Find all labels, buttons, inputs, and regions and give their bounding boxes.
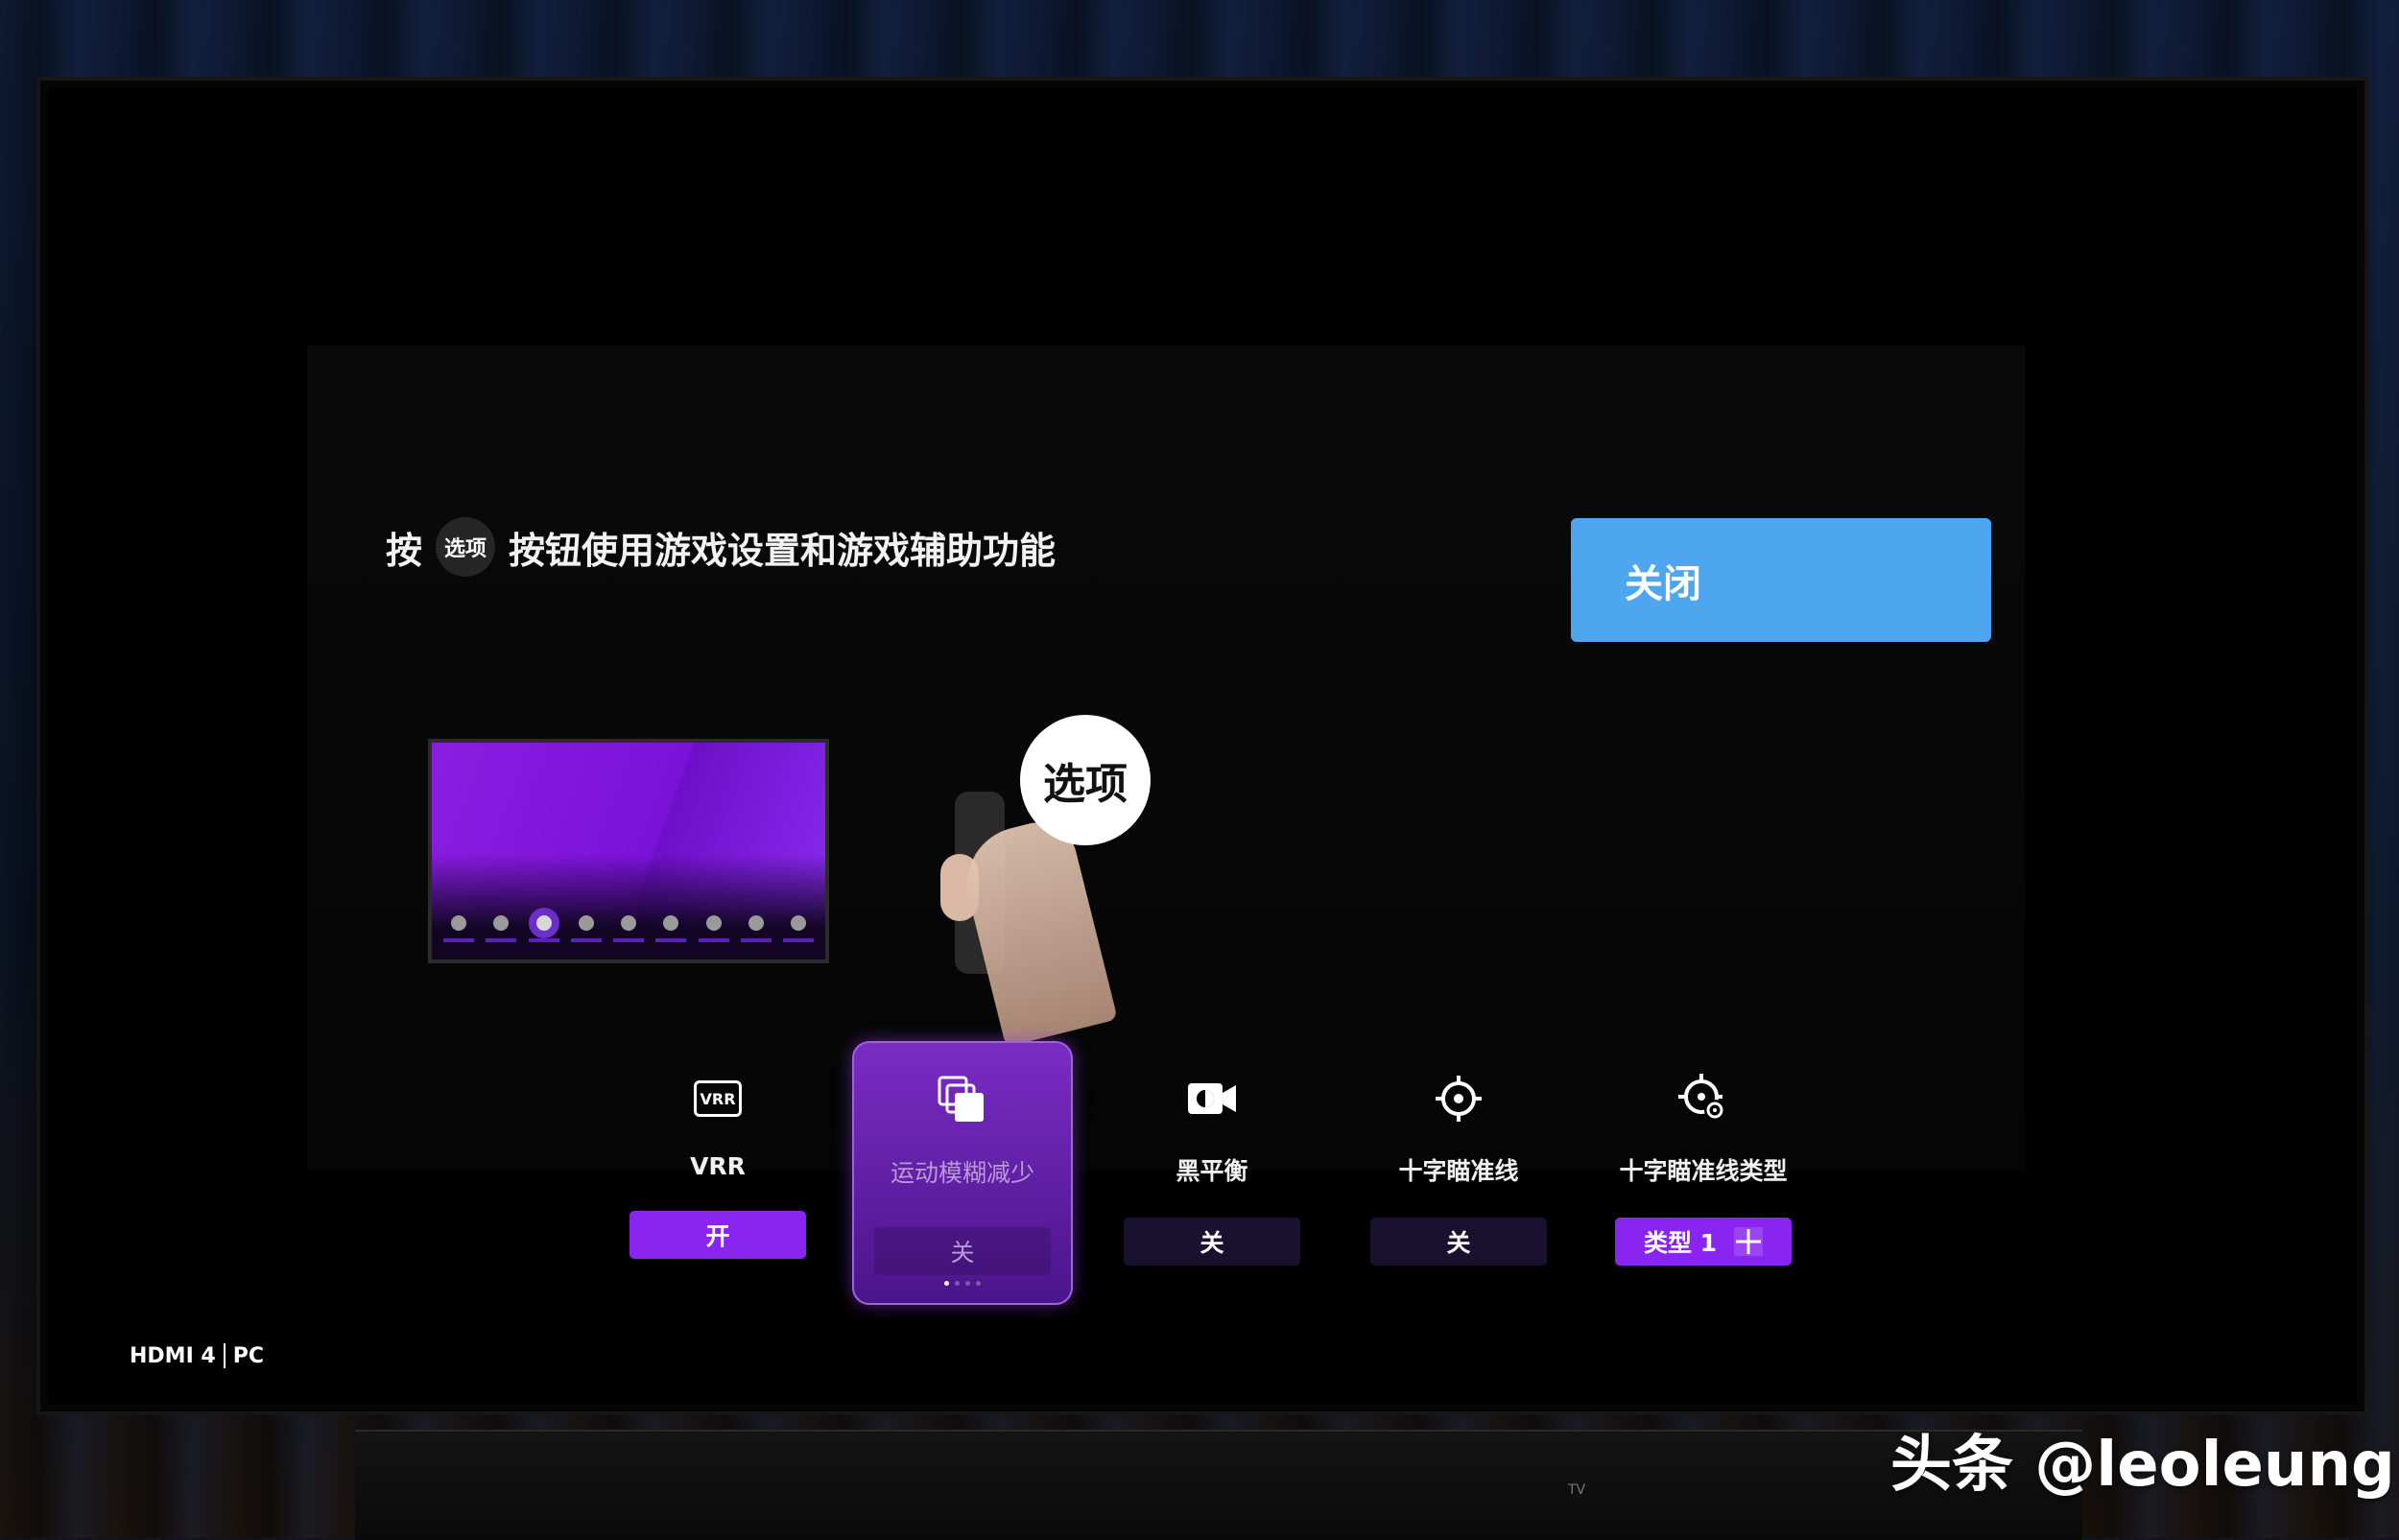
crosshair-gear-icon xyxy=(1676,1070,1730,1127)
tile-value: 类型 1 xyxy=(1615,1218,1792,1266)
camera-icon xyxy=(1186,1070,1238,1127)
tv-illustration xyxy=(428,739,829,963)
crosshair-preview-icon xyxy=(1734,1227,1764,1256)
tile-crosshair-type[interactable]: 十字瞄准线类型 类型 1 xyxy=(1593,1041,1814,1305)
vrr-icon: VRR xyxy=(694,1070,742,1127)
tile-value: 关 xyxy=(1370,1218,1547,1266)
tile-label: 十字瞄准线 xyxy=(1398,1157,1519,1185)
copy-layers-icon xyxy=(938,1072,987,1129)
watermark: 头条 @leoleung xyxy=(1890,1430,2395,1501)
tile-label: 十字瞄准线类型 xyxy=(1619,1157,1788,1185)
headline-suffix: 按钮使用游戏设置和游戏辅助功能 xyxy=(509,529,1057,572)
tile-black-balance[interactable]: 黑平衡 关 xyxy=(1102,1041,1322,1305)
tile-label: VRR xyxy=(690,1152,746,1180)
stand-label: TV xyxy=(1568,1482,1586,1498)
page-indicator xyxy=(944,1281,981,1286)
headline-prefix: 按 xyxy=(386,529,423,572)
tile-label: 运动模糊减少 xyxy=(890,1159,1034,1187)
input-port: HDMI 4 xyxy=(130,1343,216,1368)
input-mode: PC xyxy=(232,1343,264,1368)
tile-value: 开 xyxy=(629,1211,806,1259)
close-button[interactable]: 关闭 xyxy=(1571,518,1991,642)
tile-value: 关 xyxy=(874,1227,1051,1275)
tile-vrr[interactable]: VRR VRR 开 xyxy=(607,1041,828,1305)
page-title: 按 选项 按钮使用游戏设置和游戏辅助功能 xyxy=(386,517,1057,577)
tile-motion-blur-reduction[interactable]: 运动模糊减少 关 xyxy=(852,1041,1073,1305)
options-speech-bubble: 选项 xyxy=(1020,715,1151,845)
options-key-icon: 选项 xyxy=(436,517,496,577)
tile-crosshair[interactable]: 十字瞄准线 关 xyxy=(1348,1041,1569,1305)
menu-dots-illustration xyxy=(443,915,814,942)
input-source-indicator: HDMI 4 PC xyxy=(130,1343,264,1368)
tile-value: 关 xyxy=(1124,1218,1300,1266)
tile-label: 黑平衡 xyxy=(1176,1157,1248,1185)
tv-stand xyxy=(355,1430,2082,1540)
crosshair-icon xyxy=(1434,1070,1484,1127)
